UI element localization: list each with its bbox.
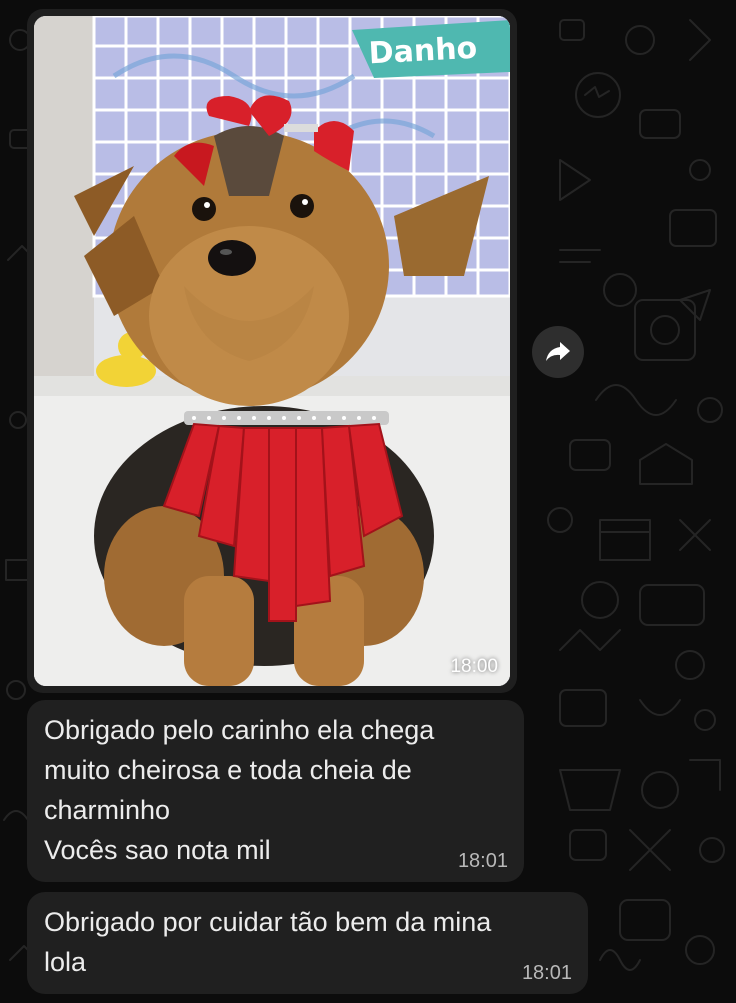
- message-text: Obrigado por cuidar tão bem da mina lola: [44, 907, 492, 977]
- image-timestamp: 18:00: [450, 656, 498, 677]
- forward-button[interactable]: [532, 326, 584, 378]
- dog-photo-illustration: Danho: [34, 16, 510, 686]
- message-text: Obrigado pelo carinho ela chega muito ch…: [44, 715, 435, 865]
- sign-text: Danho: [368, 31, 478, 72]
- forward-arrow-icon: [546, 342, 570, 361]
- image-message-bubble[interactable]: Danho 18:00: [27, 9, 517, 693]
- message-timestamp: 18:01: [521, 962, 572, 984]
- text-message-bubble[interactable]: Obrigado pelo carinho ela chega muito ch…: [27, 700, 524, 882]
- message-timestamp: 18:01: [457, 850, 508, 872]
- dog-photo[interactable]: Danho 18:00: [34, 16, 510, 686]
- text-message-bubble[interactable]: Obrigado por cuidar tão bem da mina lola…: [27, 892, 588, 994]
